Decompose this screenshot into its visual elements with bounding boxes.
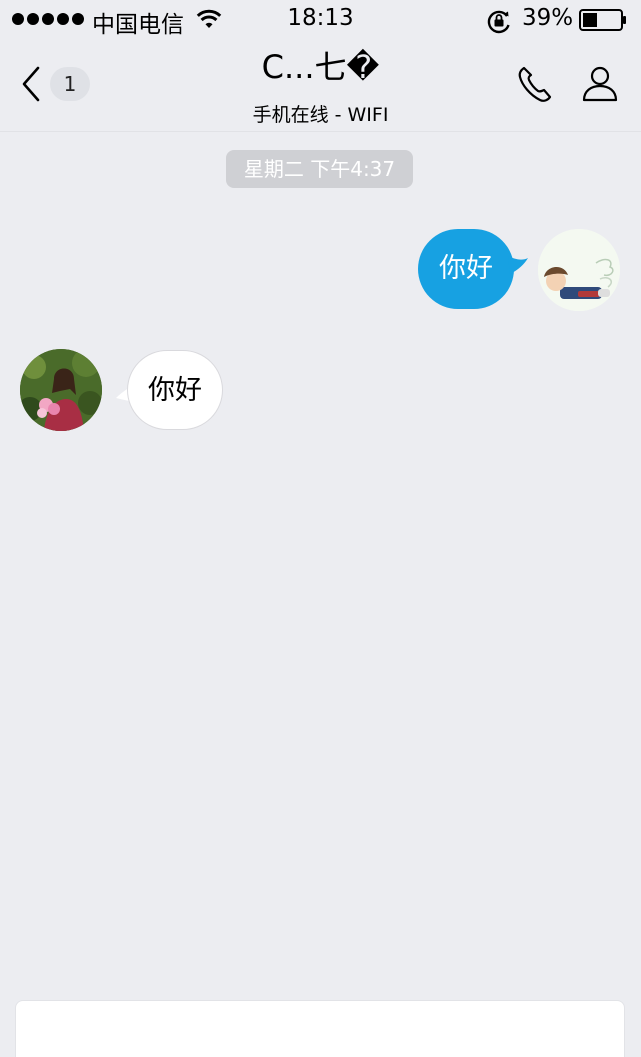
message-input-field[interactable]: [15, 1000, 625, 1057]
phone-icon[interactable]: [516, 64, 554, 104]
online-status: 手机在线 - WIFI: [252, 104, 389, 126]
status-bar: 中国电信 18:13 39%: [0, 0, 641, 40]
battery-icon: [579, 9, 626, 31]
cartoon-avatar-icon: [538, 229, 620, 311]
incoming-message-bubble[interactable]: 你好: [127, 350, 223, 430]
self-avatar[interactable]: [538, 229, 620, 311]
photo-avatar-icon: [20, 349, 102, 431]
bubble-tail: [508, 256, 528, 274]
nav-bar: 1 C...七� 手机在线 - WIFI: [0, 40, 641, 132]
battery-percentage: 39%: [522, 5, 574, 31]
orientation-lock-icon: [487, 10, 510, 34]
person-icon[interactable]: [580, 64, 620, 104]
chat-screen: 中国电信 18:13 39% 1 C...七� 手机在线 - WIFI 星期二 …: [0, 0, 641, 1057]
message-timestamp: 星期二 下午4:37: [226, 150, 413, 188]
friend-avatar[interactable]: [20, 349, 102, 431]
outgoing-message-bubble[interactable]: 你好: [418, 229, 514, 309]
